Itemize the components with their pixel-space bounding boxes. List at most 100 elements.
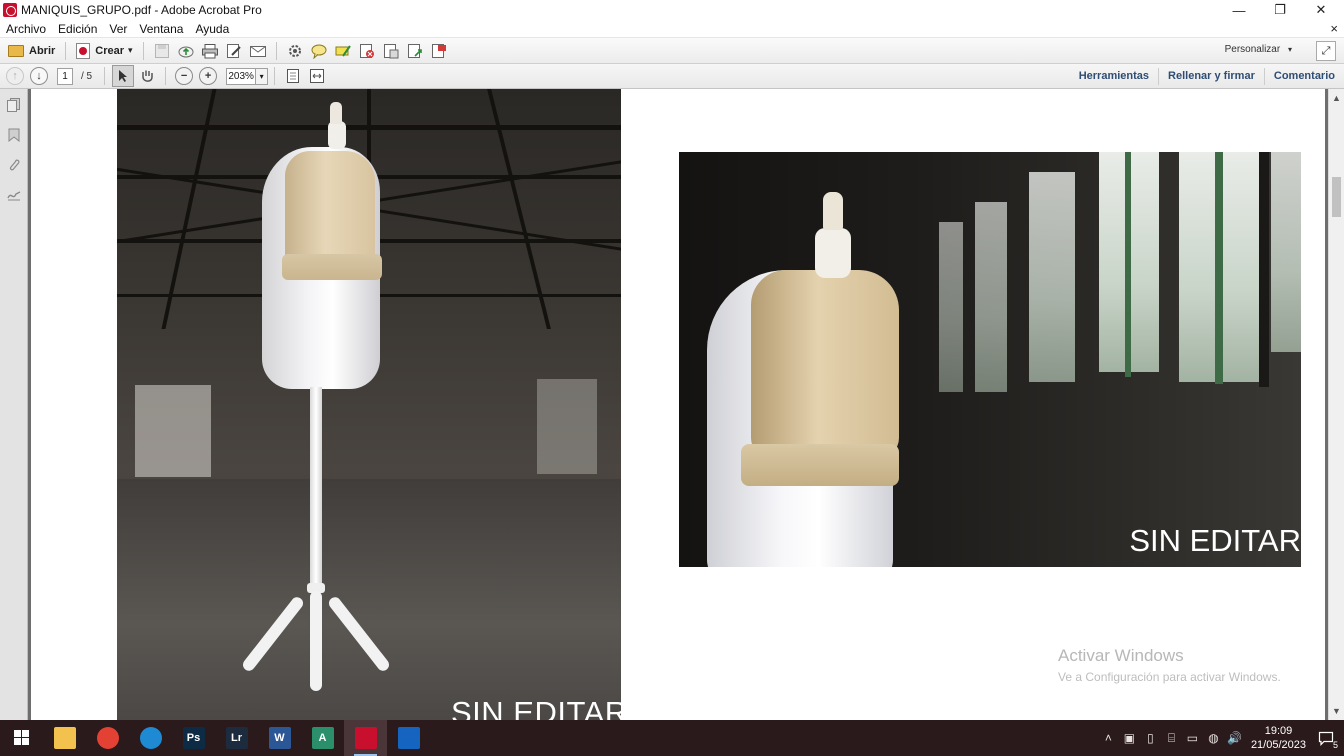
- tray-icon-6[interactable]: 🔊: [1224, 731, 1245, 745]
- acrobat-icon: [354, 727, 377, 749]
- fit-page-icon[interactable]: [282, 65, 304, 87]
- zoom-dropdown-button[interactable]: ▾: [256, 67, 269, 85]
- zoom-out-button[interactable]: −: [175, 67, 194, 85]
- scroll-down-arrow-icon[interactable]: ▼: [1332, 706, 1341, 716]
- pdf-delete-icon[interactable]: [356, 40, 378, 62]
- mannequin-neck-cap: [823, 192, 843, 230]
- photo-light-patch: [135, 385, 211, 477]
- bookmarks-icon[interactable]: [6, 127, 21, 142]
- tray-icon-2[interactable]: ▯: [1140, 731, 1161, 745]
- chevron-down-icon: ▾: [128, 45, 133, 55]
- tray-icon-3[interactable]: ⌸: [1161, 731, 1182, 746]
- photo-window-pane: [1271, 152, 1301, 352]
- folder-icon: [8, 44, 24, 57]
- taskbar-app-lightroom[interactable]: Lr: [215, 720, 258, 756]
- fit-width-icon[interactable]: [306, 65, 328, 87]
- page-thumbnails-icon[interactable]: [6, 97, 21, 112]
- zoom-in-button[interactable]: +: [199, 67, 218, 85]
- toolbar-separator: [274, 67, 276, 85]
- scroll-up-arrow-icon[interactable]: ▲: [1332, 93, 1341, 103]
- clock[interactable]: 19:09 21/05/2023: [1251, 724, 1306, 752]
- save-icon[interactable]: [151, 40, 173, 62]
- document-viewport[interactable]: SIN EDITAR SIN EDITAR Activar Windows Ve…: [28, 89, 1328, 720]
- taskbar-app-file-explorer[interactable]: [43, 720, 86, 756]
- attachments-icon[interactable]: [6, 157, 21, 172]
- scrollbar-thumb[interactable]: [1332, 177, 1341, 217]
- tab-herramientas[interactable]: Herramientas: [1070, 68, 1158, 85]
- tray-icon-5[interactable]: ◍: [1203, 731, 1224, 745]
- system-tray: ˄ ▣ ▯ ⌸ ▭ ◍ 🔊 19:09 21/05/2023 5: [1098, 720, 1344, 756]
- mannequin-neck: [328, 121, 346, 149]
- open-button[interactable]: Abrir: [4, 40, 59, 62]
- photos-icon: [397, 727, 420, 749]
- edit-document-icon[interactable]: [223, 40, 245, 62]
- pdf-combine-icon[interactable]: [404, 40, 426, 62]
- taskbar-app-photoshop[interactable]: Ps: [172, 720, 215, 756]
- print-icon[interactable]: [199, 40, 221, 62]
- previous-page-button[interactable]: ↑: [6, 67, 24, 85]
- page-number-input[interactable]: 1: [57, 67, 73, 85]
- pdf-export-icon[interactable]: [380, 40, 402, 62]
- create-button[interactable]: Crear ▾: [72, 40, 136, 62]
- taskbar-app-access[interactable]: A: [301, 720, 344, 756]
- signatures-icon[interactable]: [6, 187, 21, 202]
- mannequin-stand-pole: [310, 387, 322, 587]
- toolbar-separator: [65, 41, 67, 60]
- menu-ayuda[interactable]: Ayuda: [189, 22, 235, 36]
- photo-caption-left: SIN EDITAR: [451, 695, 621, 720]
- upload-cloud-icon[interactable]: [175, 40, 197, 62]
- photo-window-frame: [1125, 152, 1131, 377]
- tray-icons: ˄ ▣ ▯ ⌸ ▭ ◍ 🔊: [1098, 731, 1245, 746]
- notification-count: 5: [1332, 740, 1338, 750]
- mannequin-neck-cap: [330, 102, 342, 124]
- word-icon: W: [268, 727, 291, 749]
- taskbar-app-word[interactable]: W: [258, 720, 301, 756]
- clock-time: 19:09: [1264, 725, 1293, 737]
- file-explorer-icon: [53, 727, 76, 749]
- menu-edicion[interactable]: Edición: [52, 22, 103, 36]
- main-toolbar: Abrir Crear ▾ Personalizar ▾ ⤢: [0, 38, 1344, 64]
- vertical-scrollbar[interactable]: ▲ ▼: [1328, 89, 1344, 720]
- taskbar-app-edge[interactable]: [129, 720, 172, 756]
- email-icon[interactable]: [247, 40, 269, 62]
- open-label: Abrir: [29, 44, 56, 57]
- windows-logo-icon: [13, 730, 29, 745]
- highlight-marker-icon[interactable]: [332, 40, 354, 62]
- select-cursor-icon[interactable]: [112, 65, 135, 87]
- menu-ventana[interactable]: Ventana: [133, 22, 189, 36]
- create-label: Crear: [95, 44, 125, 57]
- tab-comentario[interactable]: Comentario: [1263, 68, 1344, 85]
- tab-rellenar-y-firmar[interactable]: Rellenar y firmar: [1158, 68, 1264, 85]
- minimize-button[interactable]: —: [1219, 0, 1259, 20]
- notification-center-icon[interactable]: 5: [1314, 726, 1338, 750]
- taskbar-app-acrobat[interactable]: [344, 720, 387, 756]
- taskbar-app-chrome[interactable]: [86, 720, 129, 756]
- comment-bubble-icon[interactable]: [308, 40, 330, 62]
- panel-tabs: Herramientas Rellenar y firmar Comentari…: [1070, 64, 1344, 89]
- restore-button[interactable]: ❐: [1260, 0, 1300, 20]
- settings-gear-icon[interactable]: [284, 40, 306, 62]
- close-document-button[interactable]: ×: [1330, 21, 1338, 36]
- tray-icon-0[interactable]: ˄: [1098, 731, 1119, 745]
- zoom-level-input[interactable]: 203%: [226, 67, 257, 85]
- tray-icon-1[interactable]: ▣: [1119, 731, 1140, 745]
- taskbar-app-photos[interactable]: [387, 720, 430, 756]
- pdf-page: SIN EDITAR SIN EDITAR Activar Windows Ve…: [31, 89, 1325, 720]
- mannequin-stand-leg: [310, 591, 322, 691]
- hand-tool-icon[interactable]: [136, 65, 158, 87]
- close-window-button[interactable]: ✕: [1301, 0, 1341, 20]
- start-button[interactable]: [0, 720, 43, 756]
- mannequin-halter-top: [751, 270, 899, 458]
- chrome-icon: [96, 727, 119, 749]
- personalizar-dropdown[interactable]: Personalizar ▾: [1225, 44, 1292, 55]
- menu-archivo[interactable]: Archivo: [0, 22, 52, 36]
- expand-view-icon[interactable]: ⤢: [1316, 41, 1336, 61]
- photo-caption-right: SIN EDITAR: [1129, 523, 1301, 558]
- photo-window-pane: [975, 202, 1007, 392]
- menu-bar: Archivo Edición Ver Ventana Ayuda ×: [0, 20, 1344, 38]
- tray-icon-4[interactable]: ▭: [1182, 731, 1203, 745]
- next-page-button[interactable]: ↓: [30, 67, 48, 85]
- menu-ver[interactable]: Ver: [103, 22, 133, 36]
- windows-taskbar: Ps Lr W A ˄ ▣ ▯ ⌸ ▭ ◍ 🔊 19:09 21/05/2023 5: [0, 720, 1344, 756]
- pdf-sign-icon[interactable]: [428, 40, 450, 62]
